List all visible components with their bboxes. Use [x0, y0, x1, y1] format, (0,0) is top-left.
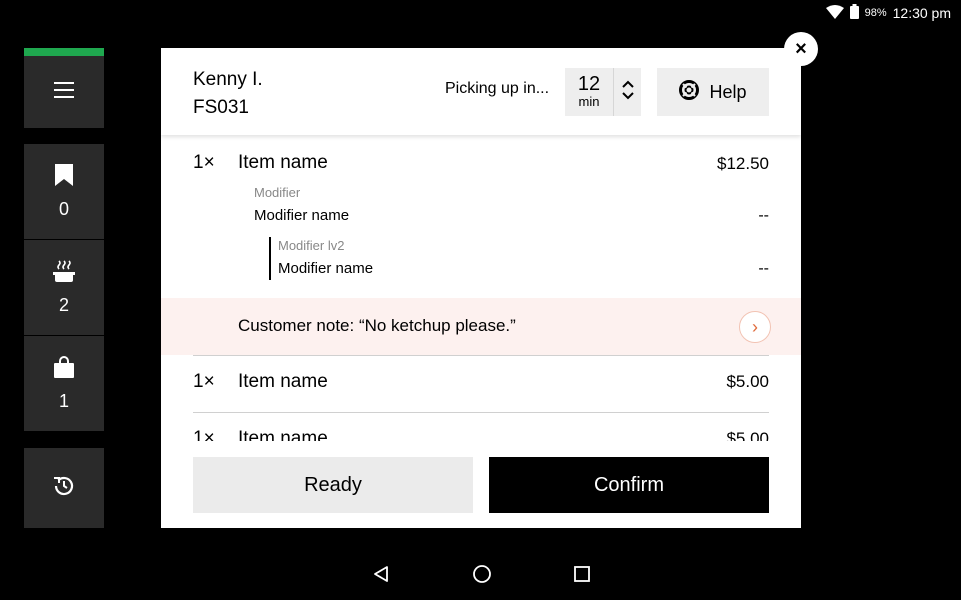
divider: [193, 412, 769, 413]
modifier-lv2-name: Modifier name: [278, 260, 374, 277]
back-icon[interactable]: [372, 565, 390, 588]
bag-icon: [54, 355, 74, 383]
bookmark-icon: [55, 163, 73, 191]
stepper-arrows[interactable]: [614, 68, 641, 116]
recents-icon[interactable]: [573, 565, 590, 587]
item-price: $12.50: [717, 154, 769, 173]
help-button[interactable]: Help: [657, 68, 769, 116]
status-bar: 98% 12:30 pm: [825, 4, 951, 22]
order-details-modal: Kenny I. FS031 Picking up in... 12 min H…: [161, 48, 801, 528]
modifier-caption: Modifier: [254, 185, 301, 200]
order-code: FS031: [193, 97, 249, 118]
item-quantity: 1×: [193, 428, 215, 441]
home-icon[interactable]: [472, 564, 492, 589]
preparing-orders-tile[interactable]: 2: [24, 240, 104, 336]
pickup-time-stepper[interactable]: 12 min: [565, 68, 641, 116]
sidebar: 0 2 1: [24, 48, 104, 528]
cooking-pot-icon: [53, 259, 75, 287]
ready-orders-tile[interactable]: 1: [24, 336, 104, 432]
customer-name: Kenny I.: [193, 69, 263, 90]
help-label: Help: [709, 81, 747, 102]
lifebuoy-icon: [679, 79, 700, 105]
confirm-button[interactable]: Confirm: [489, 457, 769, 513]
new-orders-tile[interactable]: 0: [24, 144, 104, 240]
item-name: Item name: [238, 152, 328, 173]
order-items-list[interactable]: 1× Item name $12.50 Modifier Modifier na…: [161, 135, 801, 441]
battery-percentage: 98%: [864, 7, 887, 19]
modifier-name: Modifier name: [254, 207, 350, 224]
pickup-unit: min: [578, 94, 600, 109]
customer-info: Kenny I. FS031: [193, 66, 263, 122]
item-quantity: 1×: [193, 152, 215, 173]
chevron-right-icon[interactable]: ›: [739, 311, 771, 343]
clock: 12:30 pm: [892, 5, 951, 21]
ready-orders-count: 1: [58, 390, 69, 411]
modifier-lv2-price: --: [758, 260, 769, 277]
new-orders-count: 0: [58, 198, 69, 219]
history-button[interactable]: [24, 448, 104, 528]
customer-note-text: Customer note: “No ketchup please.”: [238, 316, 516, 335]
modifier-lv2-indent-bar: [269, 237, 271, 280]
pickup-minutes: 12: [577, 73, 601, 95]
item-price: $5.00: [726, 372, 769, 391]
item-name: Item name: [238, 428, 328, 441]
order-count-list: 0 2 1: [24, 144, 104, 432]
item-quantity: 1×: [193, 371, 215, 392]
modifier-lv2-caption: Modifier lv2: [278, 238, 345, 253]
pickup-time-value: 12 min: [565, 68, 614, 116]
system-nav-bar: [0, 552, 961, 600]
preparing-orders-count: 2: [58, 294, 69, 315]
menu-button[interactable]: [24, 48, 104, 128]
close-icon: ×: [795, 37, 807, 60]
battery-icon: [849, 4, 859, 22]
pickup-label: Picking up in...: [445, 80, 550, 97]
item-name: Item name: [238, 371, 328, 392]
action-footer: Ready Confirm: [161, 441, 801, 528]
ready-button[interactable]: Ready: [193, 457, 473, 513]
divider: [193, 355, 769, 356]
history-icon: [52, 474, 76, 503]
modifier-price: --: [758, 207, 769, 224]
wifi-icon: [825, 4, 844, 22]
chevron-up-down-icon: [621, 80, 634, 105]
modal-header: Kenny I. FS031 Picking up in... 12 min H…: [161, 48, 801, 135]
customer-note[interactable]: Customer note: “No ketchup please.” ›: [161, 298, 801, 355]
item-price: $5.00: [726, 429, 769, 441]
close-button[interactable]: ×: [784, 32, 818, 66]
hamburger-icon: [54, 81, 74, 103]
